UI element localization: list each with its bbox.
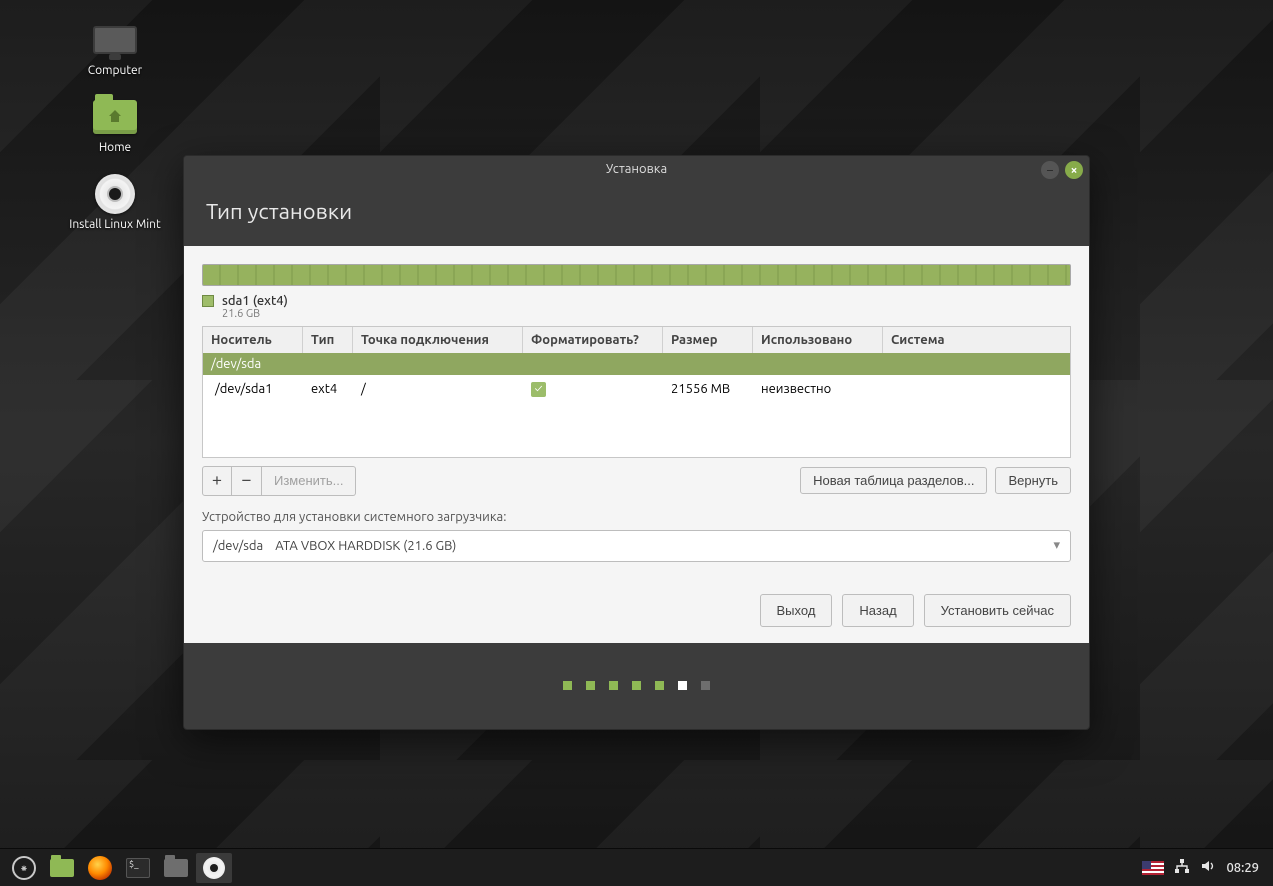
pager-dot (586, 681, 595, 690)
clock[interactable]: 08:29 (1226, 861, 1259, 875)
add-partition-button[interactable]: + (202, 466, 232, 496)
partition-name: sda1 (ext4) (222, 294, 288, 308)
filemanager-icon (164, 859, 188, 877)
window-titlebar[interactable]: Установка – × (184, 156, 1089, 183)
quit-button[interactable]: Выход (760, 594, 833, 627)
pager-dot (609, 681, 618, 690)
cell-format: ✓ (523, 381, 663, 397)
bootloader-desc: ATA VBOX HARDDISK (21.6 GB) (275, 539, 456, 553)
check-icon: ✓ (531, 382, 546, 397)
terminal-launcher[interactable]: $_ (120, 853, 156, 883)
computer-icon (93, 26, 137, 54)
table-row[interactable]: /dev/sda1 ext4 / ✓ 21556 MB неизвестно (203, 375, 1070, 403)
firefox-launcher[interactable] (82, 853, 118, 883)
network-icon (1174, 858, 1190, 874)
firefox-icon (88, 856, 112, 880)
wizard-actions: Выход Назад Установить сейчас (202, 594, 1071, 627)
table-header: Носитель Тип Точка подключения Форматиро… (203, 327, 1070, 353)
desktop-icons: Computer Home Install Linux Mint (60, 20, 170, 231)
col-header-size[interactable]: Размер (663, 327, 753, 353)
disc-icon (95, 174, 135, 214)
bootloader-select[interactable]: /dev/sda ATA VBOX HARDDISK (21.6 GB) ▾ (202, 530, 1071, 562)
installer-window: Установка – × Тип установки sda1 (ext4) … (183, 155, 1090, 730)
desktop-icon-home[interactable]: Home (60, 97, 170, 154)
revert-button[interactable]: Вернуть (995, 467, 1071, 494)
cell-device: /dev/sda1 (203, 382, 303, 396)
menu-button[interactable]: ⁕ (6, 853, 42, 883)
filemanager-launcher[interactable] (158, 853, 194, 883)
new-partition-table-button[interactable]: Новая таблица разделов... (800, 467, 987, 494)
disk-row[interactable]: /dev/sda (203, 353, 1070, 375)
col-header-mount[interactable]: Точка подключения (353, 327, 523, 353)
window-title: Установка (606, 162, 667, 176)
system-tray: 08:29 (1142, 858, 1267, 877)
show-desktop-button[interactable] (44, 853, 80, 883)
partition-size: 21.6 GB (222, 308, 1071, 320)
terminal-icon: $_ (126, 858, 150, 878)
install-now-button[interactable]: Установить сейчас (924, 594, 1071, 627)
keyboard-layout-indicator[interactable] (1142, 861, 1164, 875)
desktop-icon-computer[interactable]: Computer (60, 20, 170, 77)
bootloader-label: Устройство для установки системного загр… (202, 510, 1071, 524)
desktop-icon-install[interactable]: Install Linux Mint (60, 174, 170, 231)
bootloader-device: /dev/sda (213, 539, 263, 553)
desktop-icon-label: Computer (88, 64, 142, 77)
col-header-used[interactable]: Использовано (753, 327, 883, 353)
partition-bar[interactable] (202, 264, 1071, 286)
close-icon: × (1071, 164, 1078, 177)
cell-used: неизвестно (753, 382, 883, 396)
partition-swatch-icon (202, 295, 214, 307)
cell-size: 21556 MB (663, 382, 753, 396)
desktop-icon-label: Install Linux Mint (69, 218, 160, 231)
installer-content: sda1 (ext4) 21.6 GB Носитель Тип Точка п… (184, 246, 1089, 643)
network-indicator[interactable] (1174, 858, 1190, 877)
partition-legend: sda1 (ext4) (202, 294, 1071, 308)
pager-dot (563, 681, 572, 690)
pager-dot (655, 681, 664, 690)
close-button[interactable]: × (1065, 161, 1083, 179)
chevron-down-icon: ▾ (1053, 538, 1060, 553)
pager-dot (701, 681, 710, 690)
table-spacer (203, 403, 1070, 457)
folder-icon (50, 859, 74, 877)
volume-icon (1200, 858, 1216, 874)
minimize-button[interactable]: – (1041, 161, 1059, 179)
remove-partition-button[interactable]: − (232, 466, 262, 496)
back-button[interactable]: Назад (842, 594, 913, 627)
pager-dot (632, 681, 641, 690)
taskbar-installer-entry[interactable] (196, 853, 232, 883)
volume-indicator[interactable] (1200, 858, 1216, 877)
taskbar: ⁕ $_ 08:29 (0, 848, 1273, 886)
change-partition-button[interactable]: Изменить... (262, 466, 356, 496)
col-header-system[interactable]: Система (883, 327, 1070, 353)
col-header-device[interactable]: Носитель (203, 327, 303, 353)
col-header-type[interactable]: Тип (303, 327, 353, 353)
partition-toolbar: + − Изменить... Новая таблица разделов..… (202, 466, 1071, 496)
wizard-pager (184, 643, 1089, 729)
col-header-format[interactable]: Форматировать? (523, 327, 663, 353)
cell-mount: / (353, 382, 523, 396)
mint-menu-icon: ⁕ (12, 856, 36, 880)
minimize-icon: – (1047, 164, 1053, 177)
pager-dot-current (678, 681, 687, 690)
home-folder-icon (93, 100, 137, 134)
disc-icon (203, 857, 225, 879)
partition-table: Носитель Тип Точка подключения Форматиро… (202, 326, 1071, 458)
page-heading: Тип установки (184, 183, 1089, 246)
desktop-icon-label: Home (99, 141, 131, 154)
cell-type: ext4 (303, 382, 353, 396)
